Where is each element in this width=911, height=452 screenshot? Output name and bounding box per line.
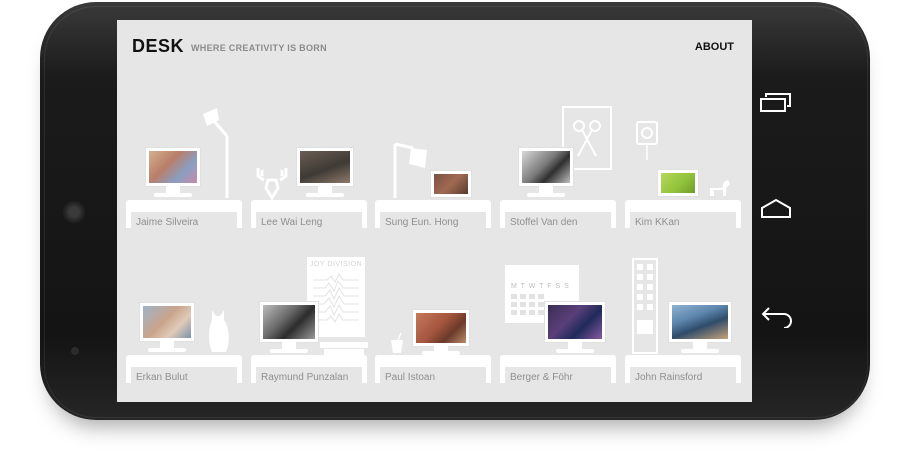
desk-leg xyxy=(126,365,131,383)
designer-name: John Rainsford xyxy=(635,372,703,383)
desk-top xyxy=(625,200,741,212)
home-icon[interactable] xyxy=(760,198,792,220)
recent-apps-icon[interactable] xyxy=(760,92,792,114)
desk-monitor[interactable] xyxy=(519,148,573,186)
designer-name: Berger & Föhr xyxy=(510,372,573,383)
brand-logo[interactable]: DESK xyxy=(132,36,184,57)
desk-leg xyxy=(251,210,256,228)
avatar-photo xyxy=(263,305,315,339)
desk-top xyxy=(251,200,367,212)
designer-name: Sung Eun. Hong xyxy=(385,217,459,228)
desk-top xyxy=(126,355,242,367)
monitor-base xyxy=(306,193,344,197)
desk-leg xyxy=(736,365,741,383)
desk-leg xyxy=(500,210,505,228)
desk-leg xyxy=(611,365,616,383)
poster-title: JOY DIVISION xyxy=(309,261,363,268)
desk-monitor[interactable] xyxy=(140,303,194,341)
calendar-days: M T W T F S S xyxy=(511,283,570,290)
desk-monitor[interactable] xyxy=(658,170,698,196)
about-link[interactable]: ABOUT xyxy=(695,41,734,53)
desk-monitor[interactable] xyxy=(260,302,318,342)
avatar-photo xyxy=(661,173,695,193)
desk-card[interactable]: Raymund Punzalan xyxy=(251,355,367,402)
desk-leg xyxy=(237,210,242,228)
cat-figurine-icon xyxy=(209,310,229,352)
designer-name: Lee Wai Leng xyxy=(261,217,323,228)
desk-leg xyxy=(611,210,616,228)
desk-leg xyxy=(362,210,367,228)
front-camera xyxy=(71,347,79,355)
desk-monitor[interactable] xyxy=(146,148,200,186)
desk-top xyxy=(500,200,616,212)
desk-card[interactable]: John Rainsford xyxy=(625,355,741,402)
desk-leg xyxy=(736,210,741,228)
avatar-photo xyxy=(149,151,197,183)
desk-top xyxy=(375,355,491,367)
desk-leg xyxy=(486,210,491,228)
monitor-base xyxy=(681,349,719,353)
monitor-base xyxy=(527,193,565,197)
desk-top xyxy=(126,200,242,212)
tagline: WHERE CREATIVITY IS BORN xyxy=(191,43,327,53)
desk-leg xyxy=(625,210,630,228)
desk-lamp-icon xyxy=(393,142,427,198)
desk-leg xyxy=(486,365,491,383)
desk-card[interactable]: Lee Wai Leng xyxy=(251,200,367,264)
avatar-photo xyxy=(522,151,570,183)
desk-card[interactable]: Sung Eun. Hong xyxy=(375,200,491,264)
desk-leg xyxy=(251,365,256,383)
desk-monitor[interactable] xyxy=(297,148,353,186)
designer-name: Kim KKan xyxy=(635,217,680,228)
desk-card[interactable]: Jaime Silveira xyxy=(126,200,242,264)
back-icon[interactable] xyxy=(760,304,794,328)
designer-name: Stoffel Van den xyxy=(510,217,578,228)
floor-lamp-icon xyxy=(203,108,229,198)
desk-leg xyxy=(500,365,505,383)
avatar-photo xyxy=(143,306,191,338)
cup-icon xyxy=(391,332,403,353)
desk-card[interactable]: Paul Istoan xyxy=(375,355,491,402)
monitor-base xyxy=(270,349,308,353)
desk-leg xyxy=(126,210,131,228)
desk-top xyxy=(500,355,616,367)
desk-monitor[interactable] xyxy=(431,171,471,197)
avatar-photo xyxy=(416,313,466,343)
avatar-photo xyxy=(300,151,350,183)
tool-palette-icon xyxy=(632,258,658,354)
desk-top xyxy=(625,355,741,367)
monitor-base xyxy=(154,193,192,197)
desk-monitor[interactable] xyxy=(413,310,469,346)
speaker-grille xyxy=(63,201,85,223)
avatar-photo xyxy=(434,174,468,194)
desk-monitor[interactable] xyxy=(545,302,605,342)
desk-monitor[interactable] xyxy=(669,302,731,342)
monitor-base xyxy=(148,348,186,352)
desk-card[interactable]: Kim KKan xyxy=(625,200,741,264)
designer-name: Jaime Silveira xyxy=(136,217,199,228)
desk-top xyxy=(251,355,367,367)
desk-card[interactable]: Berger & Föhr xyxy=(500,355,616,402)
speaker-icon xyxy=(636,121,658,160)
desk-leg xyxy=(362,365,367,383)
books-stack-icon xyxy=(320,342,368,355)
app-screen: DESK WHERE CREATIVITY IS BORN ABOUT Jaim… xyxy=(117,20,752,402)
desk-leg xyxy=(375,210,380,228)
desk-leg xyxy=(375,365,380,383)
desk-top xyxy=(375,200,491,212)
designer-name: Paul Istoan xyxy=(385,372,436,383)
designer-name: Raymund Punzalan xyxy=(261,372,349,383)
designer-name: Erkan Bulut xyxy=(136,372,188,383)
avatar-photo xyxy=(548,305,602,339)
monitor-base xyxy=(556,349,594,353)
deer-head-icon xyxy=(256,168,288,201)
desk-card[interactable]: Stoffel Van den xyxy=(500,200,616,264)
dog-figurine-icon xyxy=(710,180,730,196)
avatar-photo xyxy=(672,305,728,339)
desk-leg xyxy=(237,365,242,383)
desk-leg xyxy=(625,365,630,383)
desk-card[interactable]: Erkan Bulut xyxy=(126,355,242,402)
